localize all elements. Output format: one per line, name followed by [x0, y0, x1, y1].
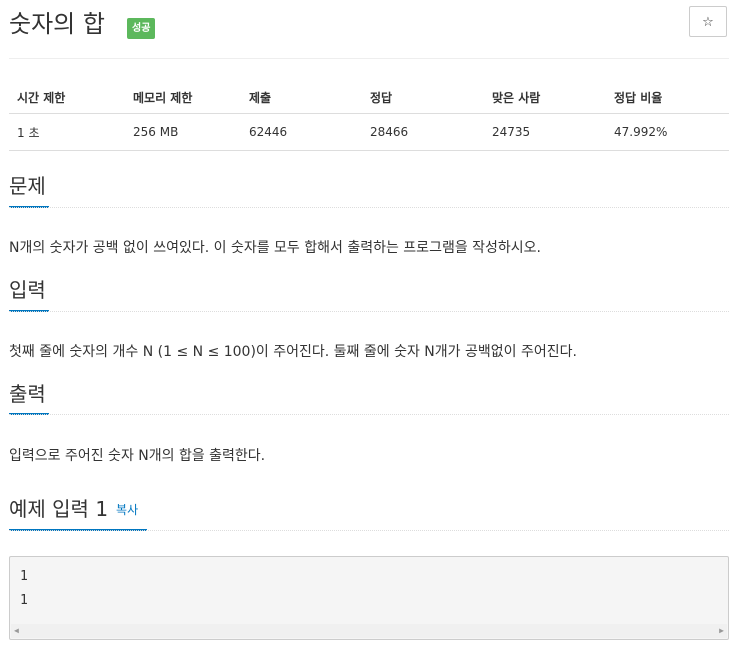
problem-heading: 문제 [9, 174, 46, 198]
star-icon: ☆ [702, 15, 714, 30]
scroll-right-icon[interactable]: ▶ [719, 624, 724, 638]
header-memory-limit: 메모리 제한 [125, 81, 241, 114]
input-heading: 입력 [9, 278, 46, 302]
value-memory-limit: 256 MB [125, 113, 241, 151]
value-time-limit: 1 초 [9, 113, 125, 151]
scroll-left-icon[interactable]: ◀ [14, 624, 19, 638]
star-button[interactable]: ☆ [689, 6, 727, 37]
header-accepted: 정답 [362, 81, 484, 114]
sample-input-box[interactable]: 1 1 ◀ ▶ [9, 556, 729, 640]
input-divider [9, 311, 729, 312]
info-table: 시간 제한 메모리 제한 제출 정답 맞은 사람 정답 비율 1 초 256 M… [9, 81, 729, 151]
output-heading: 출력 [9, 382, 46, 406]
header-submissions: 제출 [241, 81, 362, 114]
divider [9, 58, 729, 59]
problem-divider [9, 207, 729, 208]
value-accepted: 28466 [362, 113, 484, 151]
horizontal-scrollbar[interactable]: ◀ ▶ [11, 624, 727, 638]
input-description: 첫째 줄에 숫자의 개수 N (1 ≤ N ≤ 100)이 주어진다. 둘째 줄… [9, 344, 577, 360]
header-solvers: 맞은 사람 [484, 81, 606, 114]
value-solvers: 24735 [484, 113, 606, 151]
status-badge: 성공 [127, 18, 156, 39]
copy-link[interactable]: 복사 [116, 503, 138, 517]
value-ratio: 47.992% [606, 113, 729, 151]
header-ratio: 정답 비율 [606, 81, 729, 114]
table-row: 1 초 256 MB 62446 28466 24735 47.992% [9, 113, 729, 151]
sample-input-heading: 예제 입력 1 복사 [9, 495, 138, 526]
problem-title: 숫자의 합 [9, 10, 105, 38]
output-divider [9, 414, 729, 415]
sample-divider [9, 530, 729, 531]
sample-input-title: 예제 입력 1 [9, 497, 109, 521]
sample-line-1: 1 [20, 569, 28, 584]
problem-description: N개의 숫자가 공백 없이 쓰여있다. 이 숫자를 모두 합해서 출력하는 프로… [9, 240, 542, 256]
header-time-limit: 시간 제한 [9, 81, 125, 114]
table-header-row: 시간 제한 메모리 제한 제출 정답 맞은 사람 정답 비율 [9, 81, 729, 114]
value-submissions: 62446 [241, 113, 362, 151]
output-description: 입력으로 주어진 숫자 N개의 합을 출력한다. [9, 448, 266, 464]
sample-line-2: 1 [20, 593, 28, 608]
